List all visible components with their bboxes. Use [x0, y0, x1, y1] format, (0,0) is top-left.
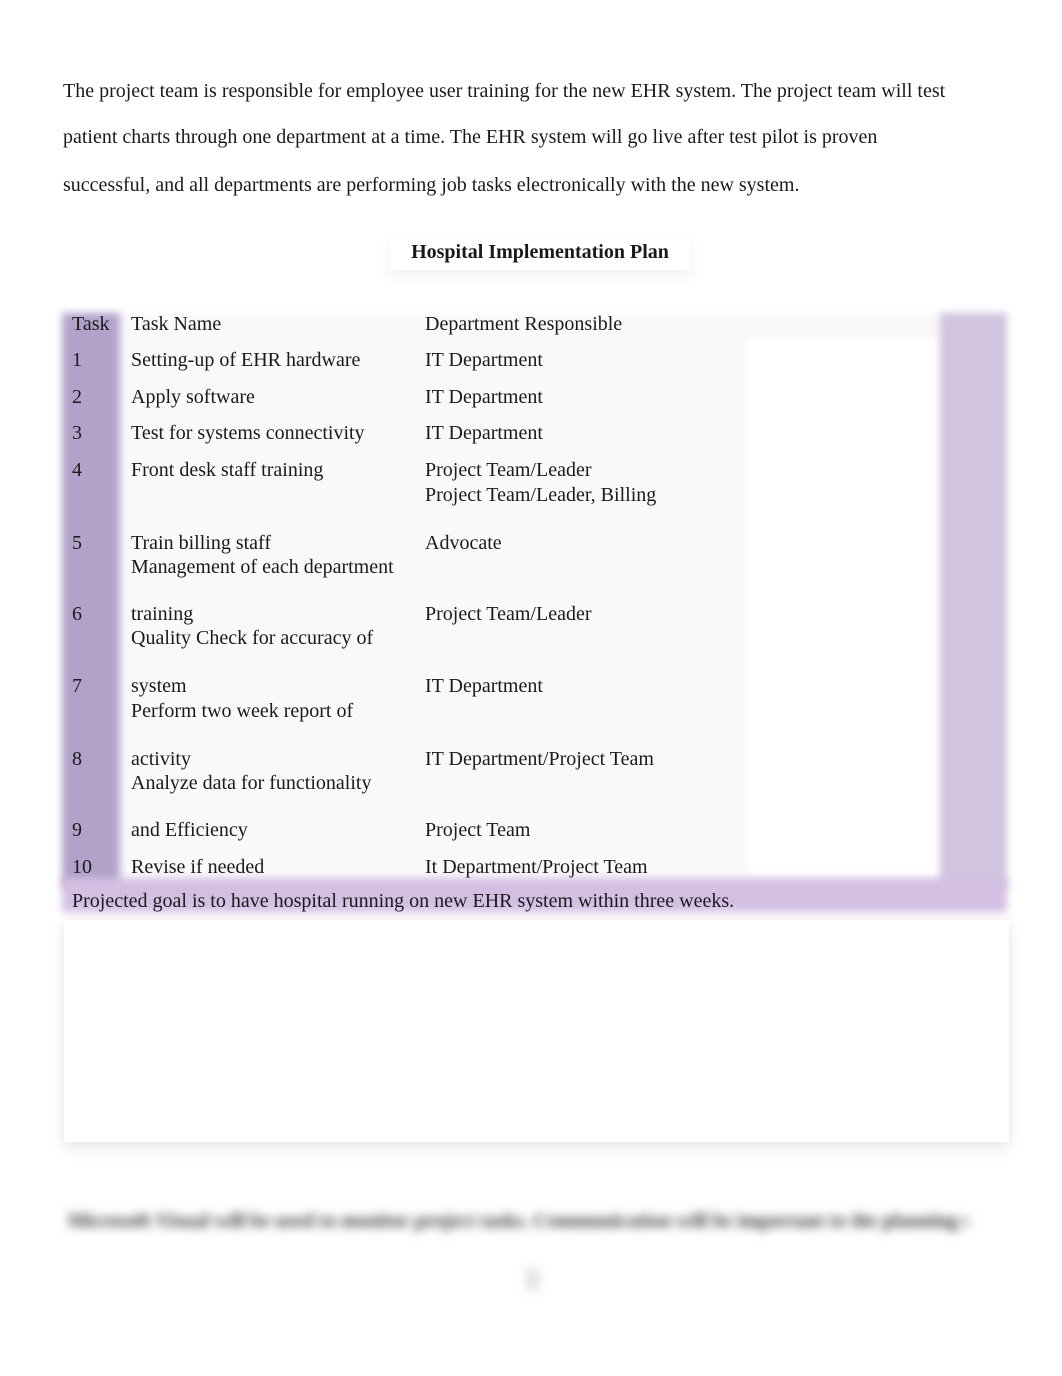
- row-10-num: 10: [72, 856, 92, 878]
- row-2-num: 2: [72, 386, 82, 408]
- intro-line-3: successful, and all departments are perf…: [63, 174, 800, 196]
- header-task: Task: [72, 313, 110, 335]
- right-column-shading: [940, 313, 1007, 888]
- row-5-name-extra: Management of each department: [131, 556, 394, 578]
- row-6-name-extra: Quality Check for accuracy of: [131, 627, 374, 649]
- row-5-num: 5: [72, 532, 82, 554]
- row-2-name: Apply software: [131, 386, 255, 408]
- row-1-dept: IT Department: [425, 349, 543, 371]
- row-6-num: 6: [72, 603, 82, 625]
- table-title: Hospital Implementation Plan: [411, 241, 669, 263]
- table-empty-column: [747, 338, 942, 878]
- intro-line-2: patient charts through one department at…: [63, 126, 878, 148]
- blurred-page-number: [526, 1268, 540, 1290]
- row-6-name: training: [131, 603, 194, 625]
- row-3-num: 3: [72, 422, 82, 444]
- row-7-dept: IT Department: [425, 675, 543, 697]
- row-4-num: 4: [72, 459, 82, 481]
- row-1-num: 1: [72, 349, 82, 371]
- row-4-dept-extra: Project Team/Leader, Billing: [425, 484, 657, 506]
- row-10-name: Revise if needed: [131, 856, 265, 878]
- row-9-name: and Efficiency: [131, 819, 248, 841]
- blurred-paragraph: Microsoft Visual will be used to monitor…: [68, 1210, 968, 1232]
- row-6-dept: Project Team/Leader: [425, 603, 592, 625]
- row-1-name: Setting-up of EHR hardware: [131, 349, 361, 371]
- row-4-dept: Project Team/Leader: [425, 459, 592, 481]
- row-7-name-extra: Perform two week report of: [131, 700, 354, 722]
- row-8-name: activity: [131, 748, 191, 770]
- projected-goal-note: Projected goal is to have hospital runni…: [72, 890, 735, 912]
- implementation-plan-table: Task Task Name Department Responsible 1 …: [62, 308, 1010, 918]
- table-title-container: Hospital Implementation Plan: [390, 236, 690, 270]
- header-department: Department Responsible: [425, 313, 623, 335]
- row-7-name: system: [131, 675, 187, 697]
- row-10-dept: It Department/Project Team: [425, 856, 648, 878]
- row-8-num: 8: [72, 748, 82, 770]
- row-9-dept: Project Team: [425, 819, 531, 841]
- row-8-name-extra: Analyze data for functionality: [131, 772, 372, 794]
- row-5-name: Train billing staff: [131, 532, 272, 554]
- intro-line-1: The project team is responsible for empl…: [63, 80, 946, 102]
- row-5-dept: Advocate: [425, 532, 502, 554]
- row-9-num: 9: [72, 819, 82, 841]
- row-3-name: Test for systems connectivity: [131, 422, 365, 444]
- row-3-dept: IT Department: [425, 422, 543, 444]
- row-8-dept: IT Department/Project Team: [425, 748, 654, 770]
- task-column-shading: [62, 313, 120, 888]
- header-task-name: Task Name: [131, 313, 222, 335]
- row-7-num: 7: [72, 675, 82, 697]
- empty-content-box: [64, 920, 1009, 1142]
- row-2-dept: IT Department: [425, 386, 543, 408]
- row-4-name: Front desk staff training: [131, 459, 324, 481]
